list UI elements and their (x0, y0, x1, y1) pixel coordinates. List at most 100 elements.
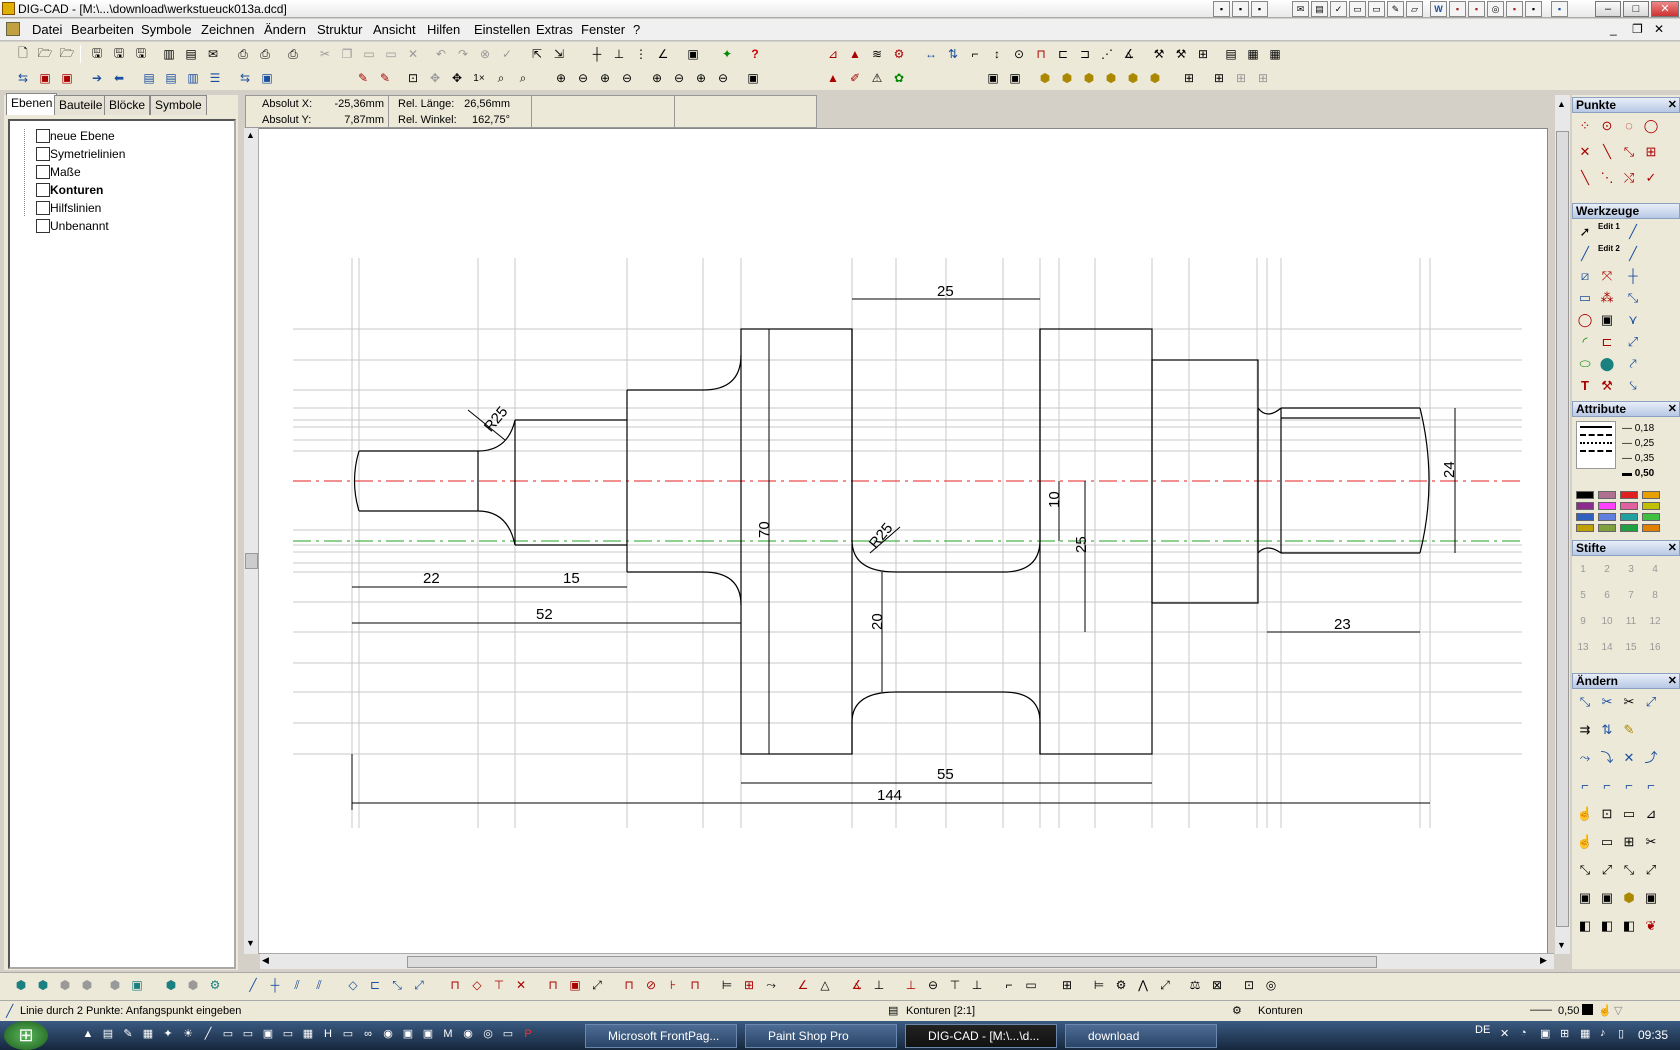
quicklaunch-icon[interactable]: ◎ (480, 1026, 496, 1042)
block-tool-icon[interactable]: ⬢ (1146, 69, 1164, 87)
dim-tool-icon[interactable]: ▭ (1022, 976, 1040, 994)
quicklaunch-icon[interactable]: ╱ (200, 1026, 216, 1042)
quicklaunch-icon[interactable]: ▭ (280, 1026, 296, 1042)
modify-tool-icon[interactable]: ⤡ (1620, 861, 1638, 879)
cancel-icon[interactable]: ⊗ (476, 45, 494, 63)
scroll-down-icon[interactable]: ▼ (246, 938, 255, 948)
zoom-pan-icon[interactable]: ✥ (426, 69, 444, 87)
measure-tool-icon[interactable]: ∡ (1120, 45, 1138, 63)
modify-tool-icon[interactable]: ⤢ (1598, 861, 1616, 879)
color-swatch[interactable] (1642, 513, 1660, 521)
zoom-icon[interactable]: ⌕ (492, 69, 510, 87)
rectangle-tool-icon[interactable]: ▭ (1576, 289, 1594, 307)
dim-tool-icon[interactable]: ◎ (1262, 976, 1280, 994)
layer-item[interactable]: Symetrielinien (50, 147, 125, 161)
save-as-icon[interactable]: 🖫 (110, 45, 128, 63)
3d-tool-icon[interactable]: ▣ (128, 976, 146, 994)
modify-tool-icon[interactable]: ✂ (1598, 693, 1616, 711)
point-tool-icon[interactable]: ⤭ (1620, 169, 1638, 187)
menu-struktur[interactable]: Struktur (317, 22, 363, 37)
quicklaunch-icon[interactable]: ◉ (380, 1026, 396, 1042)
block-tool-icon[interactable]: ▣ (984, 69, 1002, 87)
polyline-tool-icon[interactable]: ⧄ (1576, 267, 1594, 285)
scroll-up-icon[interactable]: ▲ (246, 130, 255, 140)
arrow-icon[interactable]: ⇱ (528, 45, 546, 63)
pen-button[interactable]: 14 (1598, 639, 1616, 657)
draw-tool-icon[interactable]: ⤤ (1624, 355, 1642, 373)
modify-tool-icon[interactable]: ▣ (1642, 889, 1660, 907)
color-swatch[interactable] (1620, 502, 1638, 510)
measure-tool-icon[interactable]: ⊓ (1032, 45, 1050, 63)
line-tool-icon[interactable]: ╱ (244, 976, 262, 994)
zoom-1x-button[interactable]: 1× (470, 69, 488, 87)
tool-icon[interactable]: ⊏ (1598, 333, 1616, 351)
contact-icon[interactable]: ▭ (1349, 1, 1366, 17)
quicklaunch-icon[interactable]: ☀ (180, 1026, 196, 1042)
app-icon[interactable]: ▪ (1449, 1, 1466, 17)
measure-tool-icon[interactable]: ⌐ (966, 45, 984, 63)
point-tool-icon[interactable]: ⤡ (1620, 143, 1638, 161)
dim-tool-icon[interactable]: ∡ (848, 976, 866, 994)
clock[interactable]: 09:35 (1638, 1028, 1668, 1042)
redo-icon[interactable]: ↷ (454, 45, 472, 63)
export-icon[interactable]: ▤ (182, 45, 200, 63)
line-tool-icon[interactable]: ⤢ (410, 976, 428, 994)
undo-icon[interactable]: ↶ (432, 45, 450, 63)
tray-app-icon[interactable]: ▪ (1213, 1, 1230, 17)
dim-tool-icon[interactable]: ✕ (512, 976, 530, 994)
tray-icon[interactable]: ◔ (1520, 1027, 1527, 1039)
modify-tool-icon[interactable]: ▣ (1576, 889, 1594, 907)
3d-tool-icon[interactable]: ⬢ (56, 976, 74, 994)
layer-item[interactable]: neue Ebene (50, 129, 115, 143)
circle-tool-icon[interactable]: ◯ (1576, 311, 1594, 329)
tray-icon[interactable]: ⊞ (1560, 1027, 1569, 1040)
tool-icon[interactable]: ▱ (1406, 1, 1423, 17)
point-tool-icon[interactable]: ╲ (1598, 143, 1616, 161)
window-icon[interactable]: ▣ (684, 45, 702, 63)
tab-ebenen[interactable]: Ebenen (6, 93, 58, 115)
minimize-button[interactable]: – (1595, 1, 1621, 17)
line-width-option[interactable]: — 0,18 (1622, 421, 1678, 436)
tool-icon[interactable]: ▦ (1244, 45, 1262, 63)
line-tool-icon[interactable]: ⊏ (366, 976, 384, 994)
tool-icon[interactable]: ▣ (1598, 311, 1616, 329)
draw-tool-icon[interactable]: ⋎ (1624, 311, 1642, 329)
modify-tool-icon[interactable]: ⊿ (1642, 805, 1660, 823)
color-swatch[interactable] (1598, 524, 1616, 532)
3d-tool-icon[interactable]: ⬢ (78, 976, 96, 994)
close-icon[interactable]: ✕ (1668, 402, 1677, 415)
modify-tool-icon[interactable]: ⊞ (1620, 833, 1638, 851)
line-tool-icon[interactable]: ⫽ (288, 976, 306, 994)
pencil-icon[interactable]: ✎ (354, 69, 372, 87)
color-swatch[interactable] (1620, 513, 1638, 521)
tool-icon[interactable]: ⊞ (1194, 45, 1212, 63)
color-swatch[interactable] (1598, 513, 1616, 521)
3d-tool-icon[interactable]: ⚙ (206, 976, 224, 994)
modify-tool-icon[interactable]: ◧ (1598, 917, 1616, 935)
pen-button[interactable]: 7 (1622, 587, 1640, 605)
dim-tool-icon[interactable]: ⤢ (1156, 976, 1174, 994)
layer-icon[interactable]: ▣ (36, 69, 54, 87)
block-tool-icon[interactable]: ⊞ (1210, 69, 1228, 87)
scroll-thumb[interactable] (407, 956, 1377, 968)
line-tool-icon[interactable]: ╱ (1576, 245, 1594, 263)
modify-tool-icon[interactable]: ⤴ (1642, 749, 1660, 767)
block-tool-icon[interactable]: ⬢ (1080, 69, 1098, 87)
scroll-up-icon[interactable]: ▲ (1557, 99, 1566, 109)
dim-tool-icon[interactable]: ⊨ (718, 976, 736, 994)
axis-icon[interactable]: ⊥ (610, 45, 628, 63)
layer-item[interactable]: Unbenannt (50, 219, 109, 233)
modify-tool-icon[interactable]: ✎ (1620, 721, 1638, 739)
document-icon[interactable] (6, 22, 20, 36)
point-tool-icon[interactable]: ✕ (1576, 143, 1594, 161)
app-icon[interactable]: ◎ (1487, 1, 1504, 17)
save-icon[interactable]: 🖫 (88, 45, 106, 63)
delete-icon[interactable]: ✕ (404, 45, 422, 63)
tab-bloecke[interactable]: Blöcke (104, 95, 151, 115)
menu-fenster[interactable]: Fenster (581, 22, 625, 37)
word-icon[interactable]: W (1430, 1, 1447, 17)
calendar-icon[interactable]: ▤ (1311, 1, 1328, 17)
color-swatch[interactable] (1598, 491, 1616, 499)
dim-tool-icon[interactable]: ⤳ (762, 976, 780, 994)
dim-tool-icon[interactable]: ⊖ (924, 976, 942, 994)
